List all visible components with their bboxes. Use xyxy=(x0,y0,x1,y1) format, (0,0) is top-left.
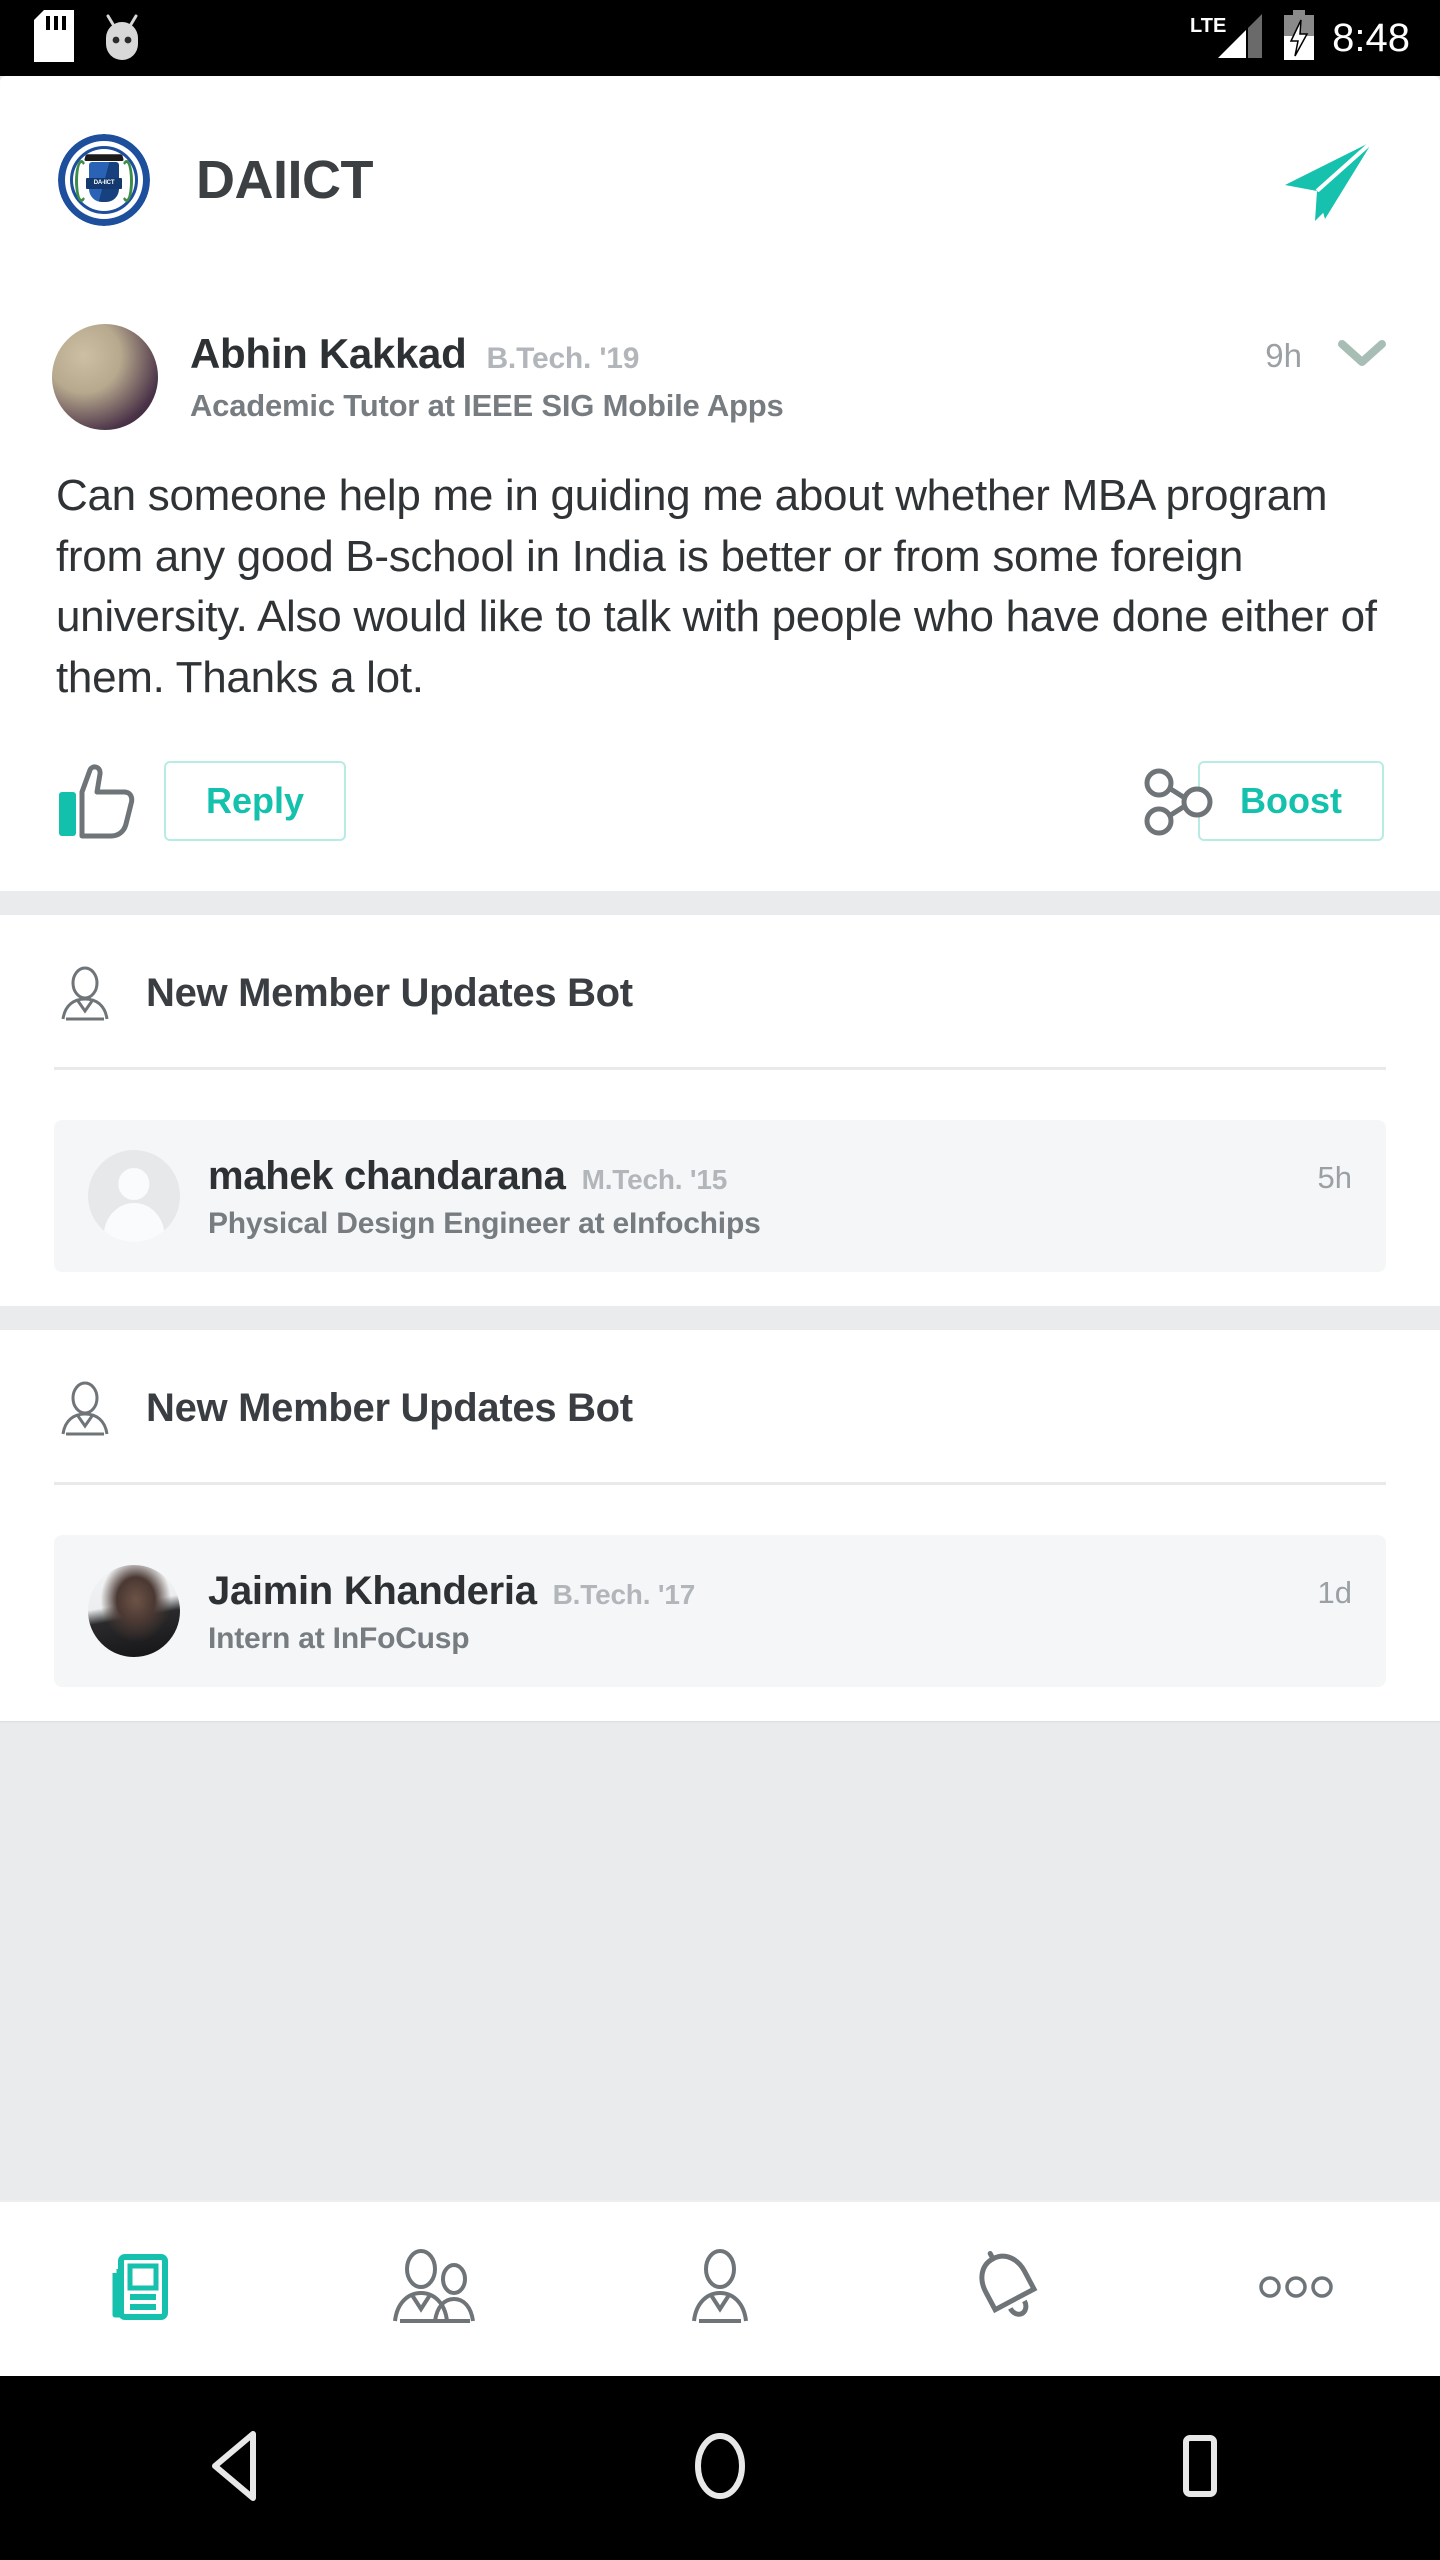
bot-title: New Member Updates Bot xyxy=(146,1386,633,1431)
post-author-degree: B.Tech. '19 xyxy=(486,342,640,375)
member-headline: Intern at InFoCusp xyxy=(208,1621,470,1655)
avatar[interactable] xyxy=(52,324,158,430)
post-author-name[interactable]: Abhin Kakkad xyxy=(190,330,467,378)
post-meta: 9h xyxy=(1265,324,1388,375)
android-back-button[interactable] xyxy=(0,2428,480,2509)
nav-tab-profile[interactable] xyxy=(576,2202,864,2376)
divider xyxy=(54,1481,1386,1485)
status-bar-clock: 8:48 xyxy=(1332,16,1410,60)
card-separator xyxy=(0,890,1440,915)
nav-tab-groups[interactable] xyxy=(288,2202,576,2376)
status-bar-left-icons xyxy=(34,9,144,67)
battery-charging-icon xyxy=(1282,9,1316,67)
bot-header: New Member Updates Bot xyxy=(0,963,1440,1025)
logo-text: DA-IICT xyxy=(86,178,122,189)
feed-news-icon xyxy=(107,2249,181,2330)
bot-header: New Member Updates Bot xyxy=(0,1378,1440,1440)
member-name[interactable]: Jaimin Khanderia xyxy=(208,1569,537,1614)
recents-square-icon xyxy=(1162,2428,1238,2509)
post-author-block: Abhin Kakkad B.Tech. '19 Academic Tutor … xyxy=(190,324,1265,424)
bot-card[interactable]: New Member Updates Bot mahek chandarana … xyxy=(0,914,1440,1306)
avatar[interactable] xyxy=(88,1564,180,1657)
boost-button[interactable]: Boost xyxy=(1198,760,1384,841)
member-headline: Physical Design Engineer at eInfochips xyxy=(208,1206,761,1240)
svg-text:LTE: LTE xyxy=(1190,15,1226,37)
member-degree: B.Tech. '17 xyxy=(552,1578,696,1610)
post-actions: Reply Boost xyxy=(0,709,1440,891)
card-separator xyxy=(0,1305,1440,1330)
post-card[interactable]: Abhin Kakkad B.Tech. '19 Academic Tutor … xyxy=(0,284,1440,891)
member-meta: 5h xyxy=(1318,1150,1352,1196)
app-header: DA-IICT DAIICT xyxy=(0,76,1440,284)
bot-person-icon xyxy=(54,1378,116,1440)
member-degree: M.Tech. '15 xyxy=(581,1163,728,1195)
android-navigation-bar xyxy=(0,2376,1440,2560)
post-author-headline: Academic Tutor at IEEE SIG Mobile Apps xyxy=(190,388,784,423)
member-info: mahek chandarana M.Tech. '15 Physical De… xyxy=(208,1150,1318,1241)
send-paper-plane-icon[interactable] xyxy=(1276,125,1386,235)
member-info: Jaimin Khanderia B.Tech. '17 Intern at I… xyxy=(208,1565,1318,1656)
sd-card-icon xyxy=(34,9,74,67)
post-header: Abhin Kakkad B.Tech. '19 Academic Tutor … xyxy=(0,324,1440,430)
signal-bars-icon: LTE xyxy=(1188,10,1266,67)
share-network-icon[interactable] xyxy=(1142,766,1216,836)
member-meta: 1d xyxy=(1318,1565,1352,1611)
member-name[interactable]: mahek chandarana xyxy=(208,1154,566,1199)
list-item[interactable]: mahek chandarana M.Tech. '15 Physical De… xyxy=(54,1119,1386,1272)
feed-scroll-container[interactable]: Abhin Kakkad B.Tech. '19 Academic Tutor … xyxy=(0,284,1440,2200)
bot-card[interactable]: New Member Updates Bot Jaimin Khanderia … xyxy=(0,1329,1440,1721)
bottom-navigation-bar xyxy=(0,2200,1440,2376)
nav-tab-more[interactable] xyxy=(1152,2202,1440,2376)
android-recents-button[interactable] xyxy=(960,2428,1440,2509)
list-item[interactable]: Jaimin Khanderia B.Tech. '17 Intern at I… xyxy=(54,1534,1386,1687)
member-timestamp: 1d xyxy=(1317,1574,1352,1610)
daiict-logo: DA-IICT xyxy=(58,134,150,226)
people-group-icon xyxy=(384,2247,480,2332)
post-timestamp: 9h xyxy=(1265,336,1302,374)
reply-button[interactable]: Reply xyxy=(164,760,347,841)
back-triangle-icon xyxy=(205,2428,275,2509)
android-home-button[interactable] xyxy=(480,2428,960,2509)
android-head-icon xyxy=(100,10,144,67)
page-title: DAIICT xyxy=(196,150,373,210)
thumbs-up-icon[interactable] xyxy=(56,762,138,840)
more-dots-icon xyxy=(1254,2267,1338,2312)
status-bar: LTE 8:48 xyxy=(0,0,1440,76)
person-icon xyxy=(680,2247,760,2332)
post-right-actions: Boost xyxy=(1142,760,1384,841)
member-timestamp: 5h xyxy=(1317,1159,1352,1195)
nav-tab-notifications[interactable] xyxy=(864,2202,1152,2376)
post-body-text: Can someone help me in guiding me about … xyxy=(56,471,1377,703)
bot-person-icon xyxy=(54,963,116,1025)
nav-tab-feed[interactable] xyxy=(0,2202,288,2376)
divider xyxy=(54,1066,1386,1070)
status-bar-right-icons: LTE 8:48 xyxy=(1188,9,1410,67)
chevron-down-icon[interactable] xyxy=(1336,336,1388,375)
home-circle-icon xyxy=(682,2428,758,2509)
placeholder-avatar-icon[interactable] xyxy=(88,1149,180,1242)
bot-title: New Member Updates Bot xyxy=(146,971,633,1016)
bell-icon xyxy=(966,2245,1050,2334)
